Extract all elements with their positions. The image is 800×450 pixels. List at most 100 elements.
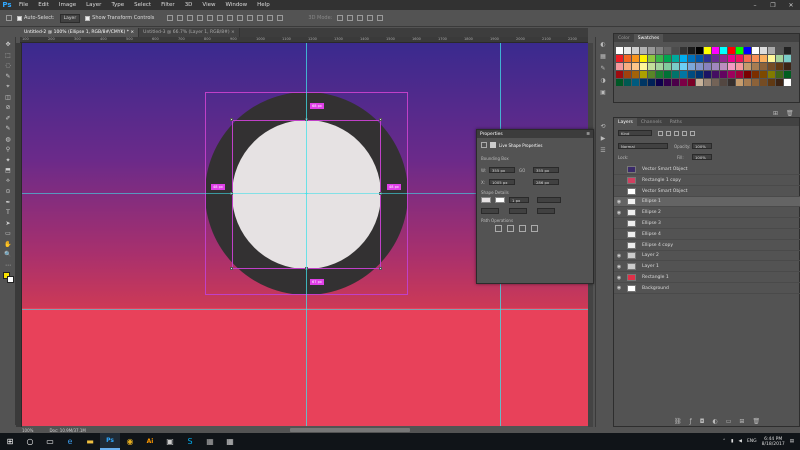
color-swatch[interactable] [632, 79, 639, 86]
menu-layer[interactable]: Layer [81, 2, 106, 8]
transform-handle[interactable] [230, 267, 233, 270]
layer-row[interactable]: Vector Smart Object [614, 187, 800, 197]
layer-row[interactable]: ◉ Layer 2 [614, 251, 800, 262]
color-swatch[interactable] [744, 63, 751, 70]
history-brush-icon[interactable]: ◍ [3, 135, 13, 144]
color-swatch[interactable] [672, 71, 679, 78]
minimize-button[interactable]: – [746, 0, 764, 10]
move-tool-icon[interactable] [6, 15, 12, 21]
stroke-width-field[interactable]: 1 px [509, 197, 529, 203]
history-icon[interactable]: ⟲ [599, 122, 607, 130]
visibility-eye-icon[interactable]: ◉ [614, 199, 624, 205]
color-swatch[interactable] [680, 79, 687, 86]
color-swatch[interactable] [784, 55, 791, 62]
filter-shape-icon[interactable] [682, 131, 687, 136]
color-swatch[interactable] [776, 47, 783, 54]
color-swatch[interactable] [696, 63, 703, 70]
tab-layers[interactable]: Layers [614, 118, 637, 126]
color-swatch[interactable] [760, 47, 767, 54]
color-swatch[interactable] [712, 79, 719, 86]
color-swatch[interactable] [744, 79, 751, 86]
align-center-icon[interactable] [207, 15, 214, 21]
menu-select[interactable]: Select [129, 2, 156, 8]
color-swatch[interactable] [712, 63, 719, 70]
link-layers-icon[interactable]: ⛓ [674, 418, 682, 425]
menu-3d[interactable]: 3D [180, 2, 198, 8]
tab-channels[interactable]: Channels [637, 118, 666, 126]
color-swatch[interactable] [648, 63, 655, 70]
brush-tool-icon[interactable]: ✐ [3, 114, 13, 123]
illustrator-icon[interactable]: Ai [140, 433, 160, 450]
color-swatch[interactable] [640, 47, 647, 54]
color-swatch[interactable] [768, 55, 775, 62]
menu-filter[interactable]: Filter [156, 2, 180, 8]
align-bottom-icon[interactable] [187, 15, 194, 21]
healing-brush-icon[interactable]: ⊘ [3, 103, 13, 112]
color-swatch[interactable] [688, 79, 695, 86]
color-swatch[interactable] [616, 47, 623, 54]
color-swatch[interactable] [640, 71, 647, 78]
auto-select-checkbox[interactable] [17, 15, 22, 21]
caps-dropdown[interactable] [509, 208, 527, 214]
tab-swatches[interactable]: Swatches [633, 34, 664, 42]
move-tool-icon[interactable]: ✥ [3, 40, 13, 49]
color-swatch[interactable] [712, 71, 719, 78]
color-swatch[interactable] [752, 55, 759, 62]
color-swatch[interactable] [784, 79, 791, 86]
color-swatch[interactable] [760, 55, 767, 62]
color-swatch[interactable] [680, 63, 687, 70]
color-swatch[interactable] [696, 71, 703, 78]
color-swatch[interactable] [632, 71, 639, 78]
color-swatch[interactable] [656, 71, 663, 78]
color-swatch[interactable] [712, 55, 719, 62]
mask-icon[interactable] [481, 142, 487, 148]
chrome-icon[interactable]: ◉ [120, 433, 140, 450]
color-swatch[interactable] [704, 71, 711, 78]
x-field[interactable]: 1005 px [489, 179, 515, 185]
menu-window[interactable]: Window [220, 2, 252, 8]
color-swatch[interactable] [712, 47, 719, 54]
color-swatch[interactable] [760, 71, 767, 78]
marquee-tool-icon[interactable]: ⬚ [3, 51, 13, 60]
height-field[interactable]: 355 px [533, 167, 559, 173]
volume-icon[interactable]: ◀ [738, 439, 741, 444]
filter-type-icon[interactable] [674, 131, 679, 136]
color-swatch[interactable] [760, 79, 767, 86]
tab-untitled-3[interactable]: Untitled-3 @ 66.7% (Layer 1, RGB/8#) × [139, 28, 240, 37]
distribute-middle-icon[interactable] [237, 15, 244, 21]
color-swatch[interactable] [672, 79, 679, 86]
eraser-icon[interactable]: ⚲ [3, 145, 13, 154]
color-swatch[interactable] [616, 63, 623, 70]
color-swatch[interactable] [688, 47, 695, 54]
color-swatch[interactable] [680, 71, 687, 78]
opacity-field[interactable]: 100% [692, 143, 712, 149]
color-swatch[interactable] [744, 47, 751, 54]
tab-untitled-2[interactable]: Untitled-2 @ 100% (Ellipse 1, RGB/8#/CMY… [20, 28, 140, 37]
color-swatch[interactable] [760, 63, 767, 70]
color-swatch[interactable] [640, 63, 647, 70]
align-dropdown[interactable] [481, 208, 499, 214]
corners-dropdown[interactable] [537, 208, 555, 214]
color-swatch[interactable] [728, 47, 735, 54]
color-swatch[interactable] [736, 71, 743, 78]
transform-handle[interactable] [379, 267, 382, 270]
menu-image[interactable]: Image [54, 2, 81, 8]
color-swatch[interactable] [648, 79, 655, 86]
file-explorer-icon[interactable]: ▬ [80, 433, 100, 450]
menu-edit[interactable]: Edit [33, 2, 54, 8]
lasso-tool-icon[interactable]: ◌ [3, 61, 13, 70]
color-swatch[interactable] [720, 47, 727, 54]
color-swatch[interactable] [784, 71, 791, 78]
color-swatch[interactable] [664, 55, 671, 62]
close-button[interactable]: ✕ [782, 0, 800, 10]
color-swatch[interactable] [728, 79, 735, 86]
color-swatch[interactable] [672, 47, 679, 54]
layer-row[interactable]: Ellipse 3 [614, 219, 800, 229]
visibility-eye-icon[interactable]: ◉ [614, 264, 624, 270]
align-top-icon[interactable] [167, 15, 174, 21]
styles-icon[interactable]: ▣ [599, 88, 607, 96]
pen-tool-icon[interactable]: ⊙ [3, 187, 13, 196]
color-swatch[interactable] [648, 55, 655, 62]
color-swatch[interactable] [768, 47, 775, 54]
adjustments-icon[interactable]: ◑ [599, 76, 607, 84]
